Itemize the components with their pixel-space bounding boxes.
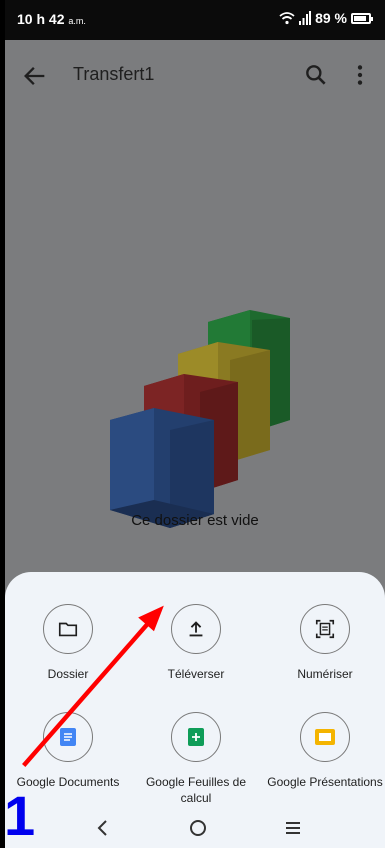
slides-icon[interactable] — [300, 712, 350, 762]
annotation-step-number: 1 — [4, 784, 36, 847]
drive-folder-view: Transfert1 Ce dossier est vide Dossier T… — [5, 40, 385, 848]
nav-back-icon[interactable] — [91, 816, 115, 840]
signal-icon — [299, 11, 312, 25]
status-bar: 10 h 42 a.m. 89 % — [5, 0, 385, 40]
upload-icon[interactable] — [171, 604, 221, 654]
empty-folder-message: Ce dossier est vide — [131, 512, 259, 529]
option-scan[interactable]: Numériser — [265, 604, 385, 682]
option-upload[interactable]: Téléverser — [136, 604, 256, 682]
battery-percent: 89 % — [315, 10, 347, 26]
option-label: Dossier — [47, 667, 89, 681]
option-google-docs[interactable]: Google Documents — [8, 712, 128, 790]
back-arrow-icon[interactable] — [21, 62, 49, 90]
option-label: Google Présentations — [267, 775, 383, 789]
sheets-icon[interactable] — [171, 712, 221, 762]
empty-folder-illustration — [110, 310, 290, 528]
scan-icon[interactable] — [300, 604, 350, 654]
system-nav-bar — [5, 806, 385, 848]
folder-title: Transfert1 — [73, 64, 155, 84]
option-folder[interactable]: Dossier — [8, 604, 128, 682]
nav-home-icon[interactable] — [186, 816, 210, 840]
more-options-icon[interactable] — [353, 62, 367, 88]
option-label: Numériser — [297, 667, 353, 681]
app-bar: Transfert1 — [5, 40, 385, 110]
option-label: Google Feuilles de calcul — [145, 775, 247, 805]
status-time: 10 h 42 a.m. — [17, 11, 86, 27]
phone-screen: 10 h 42 a.m. 89 % Transfert1 Ce dossier … — [5, 0, 385, 848]
nav-recents-icon[interactable] — [281, 816, 305, 840]
option-label: Téléverser — [167, 667, 225, 681]
option-google-sheets[interactable]: Google Feuilles de calcul — [136, 712, 256, 806]
search-icon[interactable] — [303, 62, 329, 88]
battery-icon — [351, 12, 373, 24]
option-google-slides[interactable]: Google Présentations — [265, 712, 385, 790]
wifi-icon — [279, 12, 295, 25]
folder-icon[interactable] — [43, 604, 93, 654]
status-indicators: 89 % — [279, 10, 373, 26]
docs-icon[interactable] — [43, 712, 93, 762]
